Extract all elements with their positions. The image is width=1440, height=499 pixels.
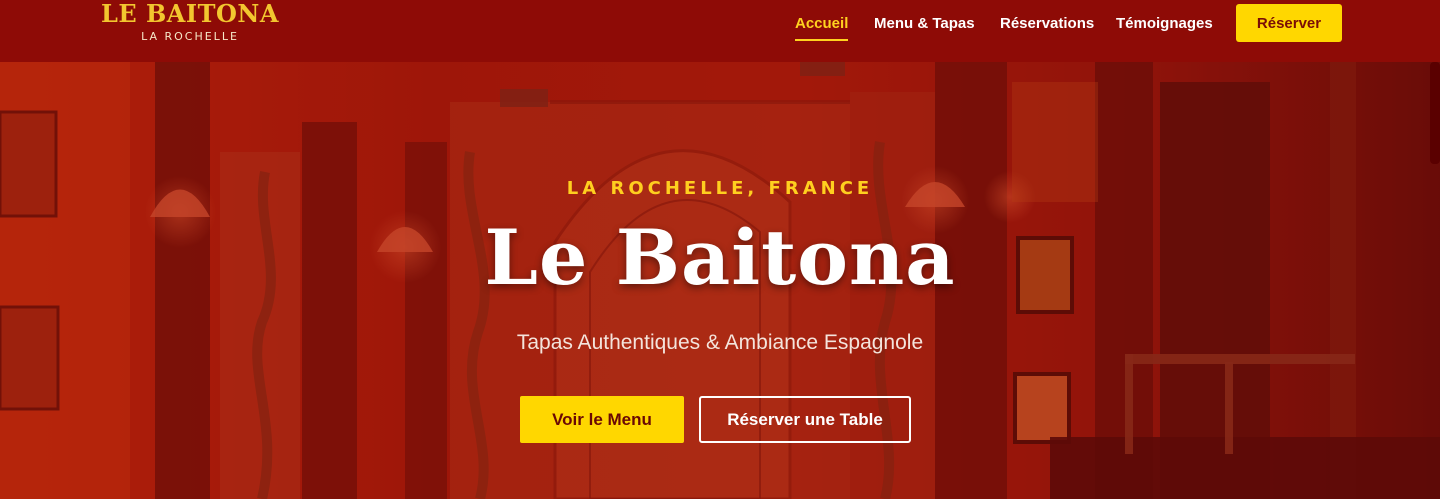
brand-city: LA ROCHELLE bbox=[141, 30, 239, 43]
brand-name: LE BAITONA bbox=[101, 0, 279, 28]
nav-link-reservations[interactable]: Réservations bbox=[1000, 15, 1094, 41]
hero-tagline: Tapas Authentiques & Ambiance Espagnole bbox=[516, 331, 924, 354]
nav-link-accueil[interactable]: Accueil bbox=[795, 15, 849, 41]
book-table-button[interactable]: Réserver une Table bbox=[699, 396, 911, 443]
nav-link-menu-tapas[interactable]: Menu & Tapas bbox=[874, 15, 975, 41]
nav-link-temoignages[interactable]: Témoignages bbox=[1116, 15, 1213, 41]
hero-eyebrow: LA ROCHELLE, FRANCE bbox=[566, 178, 874, 199]
active-nav-underline bbox=[795, 39, 849, 41]
view-menu-button[interactable]: Voir le Menu bbox=[520, 396, 684, 443]
hero-section: LA ROCHELLE, FRANCE Le Baitona Tapas Aut… bbox=[0, 62, 1440, 499]
brand-logo[interactable]: LE BAITONA LA ROCHELLE bbox=[90, 0, 290, 44]
reserve-button[interactable]: Réserver bbox=[1236, 4, 1342, 42]
site-header: LE BAITONA LA ROCHELLE Accueil Menu & Ta… bbox=[0, 0, 1440, 62]
scrollbar-thumb[interactable] bbox=[1430, 62, 1440, 164]
nav-label-accueil: Accueil bbox=[795, 15, 849, 32]
hero-title: Le Baitona bbox=[484, 213, 956, 302]
